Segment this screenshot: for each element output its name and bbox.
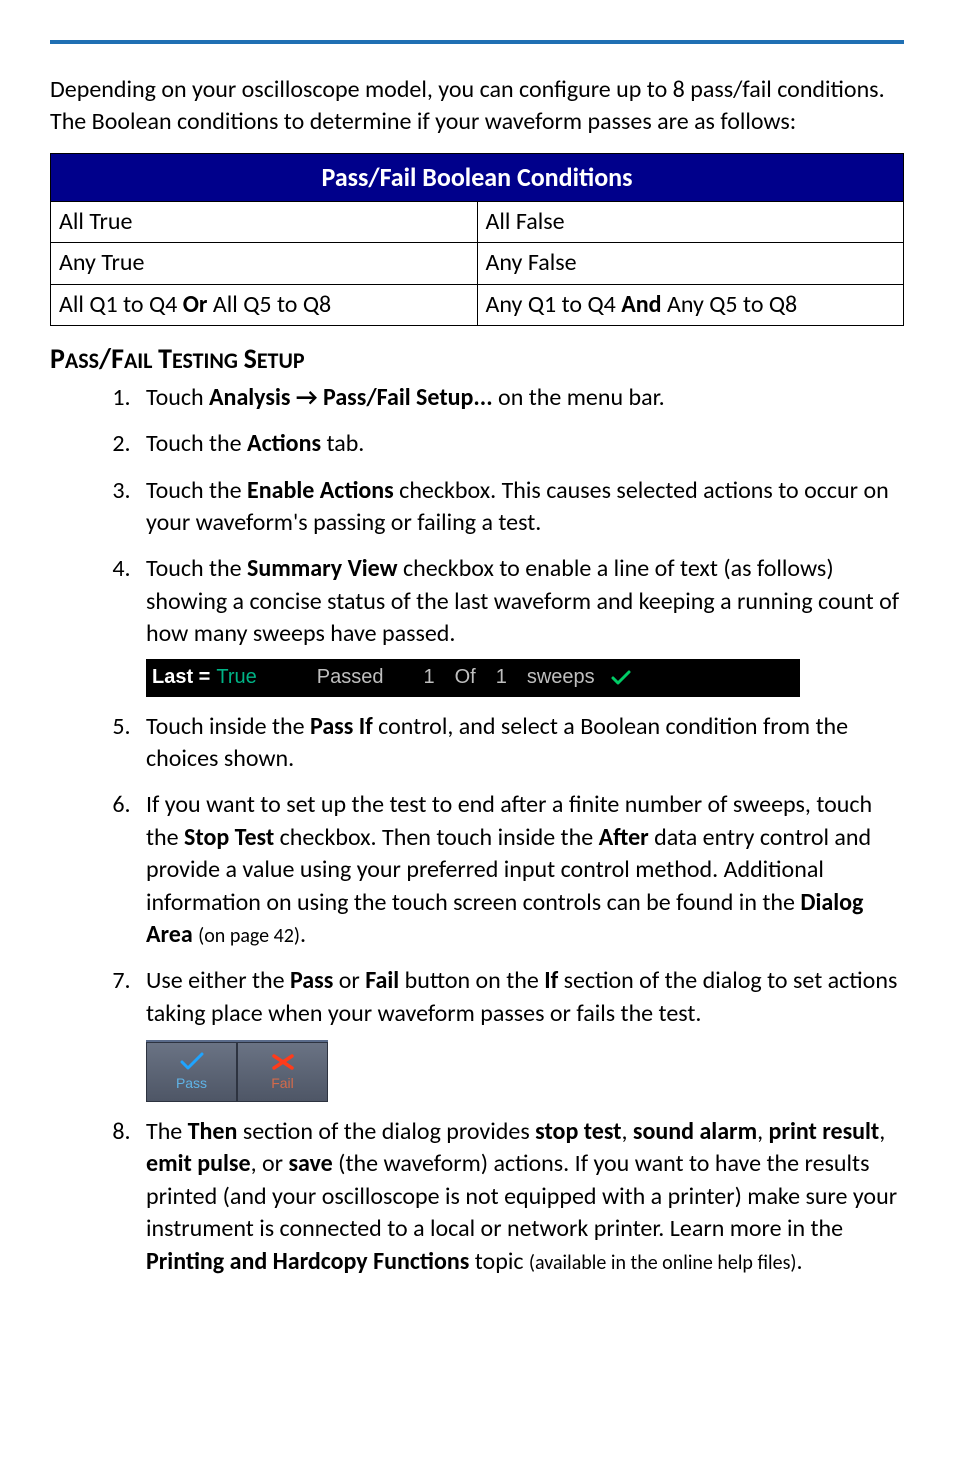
x-icon bbox=[270, 1052, 296, 1072]
fail-label: Fail bbox=[271, 1074, 294, 1093]
pass-button[interactable]: Pass bbox=[146, 1042, 237, 1102]
step-6: If you want to set up the test to end af… bbox=[136, 789, 904, 951]
step-5: Touch inside the Pass If control, and se… bbox=[136, 711, 904, 776]
summary-label: Last = bbox=[146, 664, 216, 691]
pass-fail-buttons: Pass Fail bbox=[146, 1040, 328, 1102]
summary-sweeps: sweeps bbox=[517, 664, 605, 691]
section-heading: PASS/FAIL TESTING SETUP bbox=[50, 340, 904, 378]
check-icon bbox=[605, 666, 633, 690]
step-2: Touch the Actions tab. bbox=[136, 428, 904, 460]
fail-button[interactable]: Fail bbox=[237, 1042, 328, 1102]
table-row: All True All False bbox=[51, 201, 904, 242]
cell-all-false: All False bbox=[477, 201, 904, 242]
intro-paragraph: Depending on your oscilloscope model, yo… bbox=[50, 74, 904, 139]
step-3: Touch the Enable Actions checkbox. This … bbox=[136, 475, 904, 540]
horizontal-rule bbox=[50, 40, 904, 44]
step-4: Touch the Summary View checkbox to enabl… bbox=[136, 553, 904, 696]
summary-n2: 1 bbox=[486, 664, 517, 691]
table-header: Pass/Fail Boolean Conditions bbox=[51, 153, 904, 201]
cell-all-true: All True bbox=[51, 201, 478, 242]
summary-status-bar: Last = True Passed 1 Of 1 sweeps bbox=[146, 659, 800, 697]
pass-label: Pass bbox=[176, 1074, 207, 1093]
summary-true: True bbox=[216, 664, 316, 691]
step-7: Use either the Pass or Fail button on th… bbox=[136, 965, 904, 1102]
step-1: Touch Analysis → Pass/Fail Setup... on t… bbox=[136, 382, 904, 414]
cell-q-and: Any Q1 to Q4 And Any Q5 to Q8 bbox=[477, 284, 904, 325]
cell-q-or: All Q1 to Q4 Or All Q5 to Q8 bbox=[51, 284, 478, 325]
cell-any-false: Any False bbox=[477, 243, 904, 284]
table-row: Any True Any False bbox=[51, 243, 904, 284]
cell-any-true: Any True bbox=[51, 243, 478, 284]
boolean-conditions-table: Pass/Fail Boolean Conditions All True Al… bbox=[50, 153, 904, 326]
summary-passed: Passed bbox=[317, 664, 414, 691]
table-row: All Q1 to Q4 Or All Q5 to Q8 Any Q1 to Q… bbox=[51, 284, 904, 325]
step-8: The Then section of the dialog provides … bbox=[136, 1116, 904, 1278]
steps-list: Touch Analysis → Pass/Fail Setup... on t… bbox=[50, 382, 904, 1278]
summary-n1: 1 bbox=[413, 664, 444, 691]
summary-of: Of bbox=[445, 664, 486, 691]
check-icon bbox=[178, 1052, 206, 1072]
